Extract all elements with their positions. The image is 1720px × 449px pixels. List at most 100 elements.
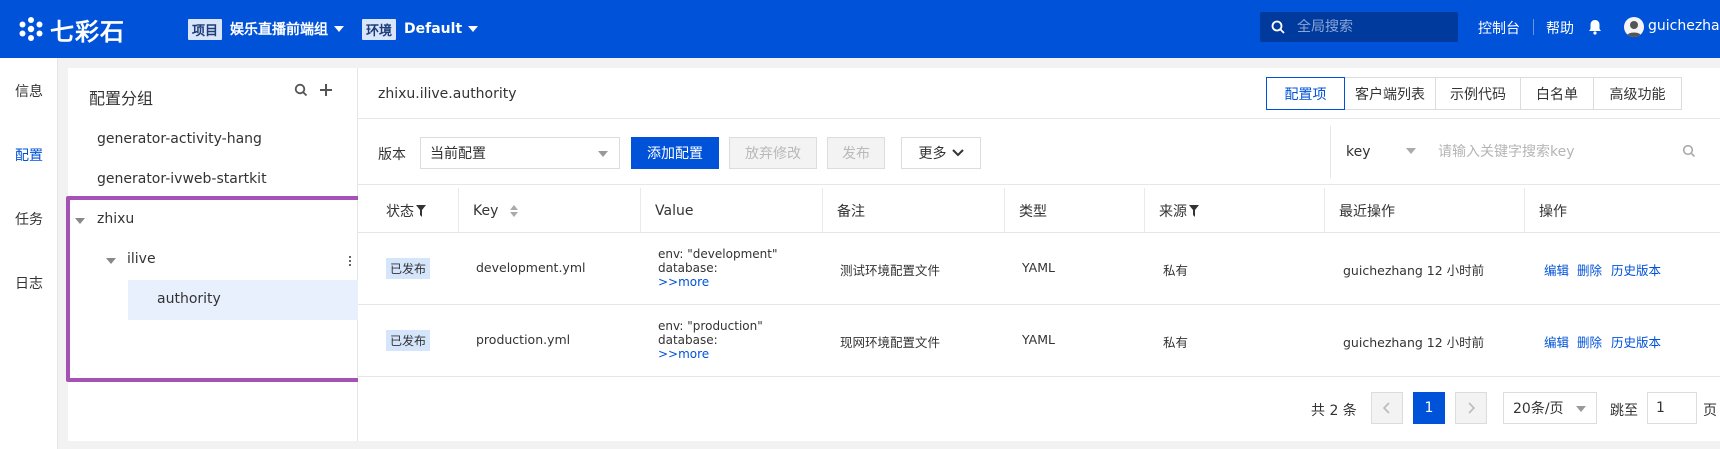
page-suffix: 页 xyxy=(1703,403,1717,419)
project-value: 娱乐直播前端组 xyxy=(230,22,329,38)
next-page-button[interactable] xyxy=(1455,392,1487,424)
edit-link[interactable]: 编辑 xyxy=(1544,260,1569,279)
total-count: 共 2 条 xyxy=(1311,403,1357,419)
version-label: 版本 xyxy=(378,147,406,163)
tab-advanced[interactable]: 高级功能 xyxy=(1593,77,1682,110)
logo[interactable]: 七彩石 xyxy=(18,12,148,47)
cell-source: 私有 xyxy=(1163,335,1189,350)
cell-last-op: guichezhang 12 小时前 xyxy=(1343,263,1485,278)
cell-type: YAML xyxy=(1022,260,1055,275)
col-type: 类型 xyxy=(1005,188,1145,233)
chevron-down-icon xyxy=(334,26,345,32)
chevron-right-icon xyxy=(1468,402,1475,414)
col-key-label: Key xyxy=(473,202,499,219)
env-selector[interactable]: 环境 Default xyxy=(362,18,479,40)
tab-whitelist[interactable]: 白名单 xyxy=(1520,77,1594,110)
cell-type: YAML xyxy=(1022,332,1055,347)
history-link[interactable]: 历史版本 xyxy=(1611,332,1661,351)
tree-item-generator-ivweb-startkit[interactable]: generator-ivweb-startkit xyxy=(97,171,267,187)
tree-item-generator-activity-hang[interactable]: generator-activity-hang xyxy=(97,131,262,147)
divider xyxy=(1533,19,1534,35)
tab-sample-code[interactable]: 示例代码 xyxy=(1435,77,1521,110)
page-1-button[interactable]: 1 xyxy=(1413,392,1445,424)
more-link[interactable]: >>more xyxy=(658,347,763,361)
nav-item-info[interactable]: 信息 xyxy=(0,81,58,101)
col-key[interactable]: Key xyxy=(459,188,641,233)
left-nav: 信息 配置 任务 日志 xyxy=(0,58,58,449)
env-tag: 环境 xyxy=(362,18,397,40)
sort-icon[interactable] xyxy=(510,204,519,217)
nav-item-config[interactable]: 配置 xyxy=(0,145,58,165)
brand-name: 七彩石 xyxy=(50,17,125,46)
history-link[interactable]: 历史版本 xyxy=(1611,260,1661,279)
group-panel-title: 配置分组 xyxy=(89,89,154,108)
status-badge: 已发布 xyxy=(386,330,431,351)
logo-icon xyxy=(19,17,43,41)
main-panel: zhixu.ilive.authority 配置项 客户端列表 示例代码 白名单… xyxy=(358,68,1720,441)
nav-item-tasks[interactable]: 任务 xyxy=(0,209,58,229)
jump-label: 跳至 xyxy=(1610,403,1638,419)
cell-key: development.yml xyxy=(476,260,586,275)
filter-icon[interactable] xyxy=(416,204,426,217)
add-icon[interactable] xyxy=(319,82,333,98)
project-selector[interactable]: 项目 娱乐直播前端组 xyxy=(188,18,345,40)
search-field-select[interactable]: key xyxy=(1346,144,1371,160)
env-value: Default xyxy=(404,21,463,37)
table-row: 已发布 development.yml env: "development" d… xyxy=(358,233,1720,305)
chevron-down-icon[interactable] xyxy=(1406,148,1416,154)
key-search-input[interactable] xyxy=(1438,136,1658,168)
search-icon[interactable] xyxy=(294,82,308,98)
global-search[interactable] xyxy=(1260,12,1458,42)
page-size-select[interactable]: 20条/页 xyxy=(1503,392,1597,424)
nav-item-logs[interactable]: 日志 xyxy=(0,273,58,293)
status-badge: 已发布 xyxy=(386,258,431,279)
col-source-label: 来源 xyxy=(1159,203,1187,220)
delete-link[interactable]: 删除 xyxy=(1577,260,1602,279)
table-header: 状态 Key Value 备注 类型 来源 最近操作 操作 xyxy=(358,188,1720,233)
value-line: database: xyxy=(658,261,718,275)
divider xyxy=(358,118,1720,119)
more-button[interactable]: 更多 xyxy=(901,137,981,169)
value-line: env: "development" xyxy=(658,247,778,261)
divider xyxy=(1330,126,1331,178)
username[interactable]: guichezhang xyxy=(1648,18,1720,34)
jump-page-input[interactable] xyxy=(1647,392,1697,424)
publish-button[interactable]: 发布 xyxy=(827,137,885,169)
col-last-op: 最近操作 xyxy=(1325,188,1525,233)
col-status[interactable]: 状态 xyxy=(358,188,459,233)
cell-key: production.yml xyxy=(476,332,571,347)
more-link[interactable]: >>more xyxy=(658,275,778,289)
chevron-down-icon xyxy=(468,26,479,32)
delete-link[interactable]: 删除 xyxy=(1577,332,1602,351)
global-search-input[interactable] xyxy=(1297,19,1447,35)
cell-note: 测试环境配置文件 xyxy=(840,263,941,278)
search-icon[interactable] xyxy=(1682,144,1696,158)
discard-changes-button[interactable]: 放弃修改 xyxy=(729,137,817,169)
edit-link[interactable]: 编辑 xyxy=(1544,332,1569,351)
prev-page-button[interactable] xyxy=(1371,392,1403,424)
cell-last-op: guichezhang 12 小时前 xyxy=(1343,335,1485,350)
table-row: 已发布 production.yml env: "production" dat… xyxy=(358,305,1720,377)
console-link[interactable]: 控制台 xyxy=(1478,18,1520,38)
tab-client-list[interactable]: 客户端列表 xyxy=(1344,77,1436,110)
tab-config-items[interactable]: 配置项 xyxy=(1266,77,1345,110)
add-config-button[interactable]: 添加配置 xyxy=(631,137,719,169)
version-select[interactable]: 当前配置 xyxy=(420,137,620,169)
col-status-label: 状态 xyxy=(386,203,414,220)
chevron-left-icon xyxy=(1383,402,1390,414)
avatar[interactable] xyxy=(1624,17,1644,37)
filter-icon[interactable] xyxy=(1189,204,1199,217)
cell-value: env: "development" database: >>more xyxy=(658,247,778,289)
value-line: database: xyxy=(658,333,718,347)
config-path: zhixu.ilive.authority xyxy=(378,86,517,102)
user-icon xyxy=(1626,21,1642,37)
version-value: 当前配置 xyxy=(430,146,486,162)
col-source[interactable]: 来源 xyxy=(1145,188,1325,233)
help-link[interactable]: 帮助 xyxy=(1546,18,1574,38)
cell-note: 现网环境配置文件 xyxy=(840,335,941,350)
cell-source: 私有 xyxy=(1163,263,1189,278)
col-value: Value xyxy=(641,188,823,233)
chevron-down-icon xyxy=(951,149,964,157)
highlight-box xyxy=(66,196,364,382)
bell-icon[interactable] xyxy=(1588,19,1602,35)
